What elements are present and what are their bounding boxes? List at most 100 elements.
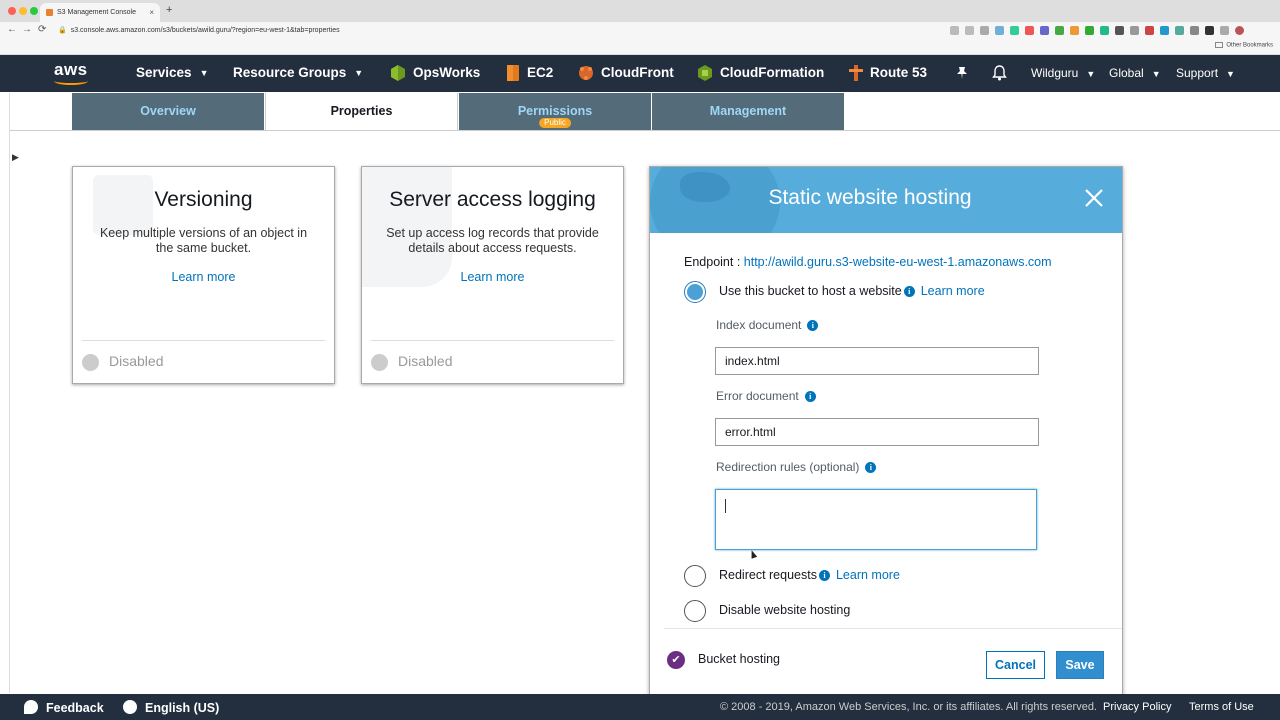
pinned-opsworks[interactable]: OpsWorks <box>413 65 480 80</box>
profile-avatar-icon[interactable] <box>1235 26 1244 35</box>
logging-learn-more-link[interactable]: Learn more <box>362 270 623 284</box>
forward-button[interactable]: → <box>22 24 32 35</box>
info-icon[interactable]: i <box>903 286 915 297</box>
left-divider <box>9 93 10 693</box>
region-menu[interactable]: Global ▼ <box>1109 66 1161 80</box>
server-access-logging-card[interactable]: Server access logging Set up access log … <box>361 166 624 384</box>
logging-description: Set up access log records that provide d… <box>386 226 599 255</box>
back-button[interactable]: ← <box>7 24 17 35</box>
tabs-underline <box>10 130 1280 131</box>
minimize-window-button[interactable] <box>19 7 27 15</box>
account-menu[interactable]: Wildguru ▼ <box>1031 66 1095 80</box>
versioning-learn-more-link[interactable]: Learn more <box>73 270 334 284</box>
error-document-text: Error document <box>716 389 799 403</box>
other-bookmarks[interactable]: Other Bookmarks <box>1215 42 1273 49</box>
index-document-input[interactable] <box>715 347 1039 375</box>
extension-icon[interactable] <box>1040 26 1049 35</box>
versioning-status: Disabled <box>82 353 163 371</box>
tab-management[interactable]: Management <box>652 93 844 130</box>
tab-permissions[interactable]: Permissions Public <box>459 93 651 130</box>
info-icon[interactable]: i <box>818 570 830 581</box>
save-button[interactable]: Save <box>1056 651 1104 679</box>
support-label: Support <box>1176 66 1219 80</box>
redirect-requests-label: Redirect requests <box>719 568 817 582</box>
versioning-card[interactable]: Versioning Keep multiple versions of an … <box>72 166 335 384</box>
versioning-status-label: Disabled <box>109 353 164 369</box>
logging-status: Disabled <box>371 353 452 371</box>
pinned-ec2[interactable]: EC2 <box>527 65 553 80</box>
resource-groups-menu[interactable]: Resource Groups ▼ <box>233 65 363 80</box>
pin-icon[interactable] <box>955 66 969 80</box>
address-bar: ← → ⟳ 🔒 s3.console.aws.amazon.com/s3/buck… <box>0 22 1280 40</box>
tab-properties[interactable]: Properties <box>265 93 458 130</box>
url-field[interactable]: 🔒 s3.console.aws.amazon.com/s3/buckets/aw… <box>58 26 340 34</box>
redirect-requests-radio[interactable] <box>684 565 706 587</box>
privacy-policy-link[interactable]: Privacy Policy <box>1103 701 1171 713</box>
extension-icon[interactable] <box>1055 26 1064 35</box>
services-menu[interactable]: Services ▼ <box>136 65 208 80</box>
tab-overview-label: Overview <box>140 104 196 118</box>
extension-icon[interactable] <box>1115 26 1124 35</box>
maximize-window-button[interactable] <box>30 7 38 15</box>
console-footer: Feedback English (US) © 2008 - 2019, Ama… <box>0 694 1280 720</box>
info-icon[interactable]: i <box>804 391 816 402</box>
chevron-down-icon: ▼ <box>1151 68 1161 79</box>
support-menu[interactable]: Support ▼ <box>1176 66 1235 80</box>
language-selector[interactable]: English (US) <box>123 700 219 715</box>
extension-icon[interactable] <box>1175 26 1184 35</box>
pinned-cloudfront[interactable]: CloudFront <box>601 65 674 80</box>
aws-logo[interactable]: aws <box>54 60 88 85</box>
tab-overview[interactable]: Overview <box>72 93 264 130</box>
pinned-route53[interactable]: Route 53 <box>870 65 927 80</box>
cloudformation-icon <box>698 65 712 81</box>
cancel-button[interactable]: Cancel <box>986 651 1045 679</box>
info-icon[interactable]: i <box>865 462 877 473</box>
extension-icon[interactable] <box>1145 26 1154 35</box>
bell-icon[interactable] <box>992 65 1007 81</box>
close-icon[interactable] <box>1083 187 1105 209</box>
redirection-rules-text: Redirection rules (optional) <box>716 460 860 474</box>
extension-icon[interactable] <box>1130 26 1139 35</box>
terms-of-use-link[interactable]: Terms of Use <box>1189 701 1254 713</box>
disabled-status-icon <box>371 353 388 371</box>
text-cursor <box>725 499 726 513</box>
extension-icon[interactable] <box>1025 26 1034 35</box>
star-icon[interactable] <box>965 26 974 35</box>
opsworks-icon <box>391 65 405 81</box>
browser-tab[interactable]: S3 Management Console × <box>40 3 160 22</box>
tab-close-icon[interactable]: × <box>149 3 154 22</box>
zoom-icon[interactable] <box>950 26 959 35</box>
endpoint-link[interactable]: http://awild.guru.s3-website-eu-west-1.a… <box>744 255 1052 269</box>
extension-icon[interactable] <box>980 26 989 35</box>
extension-icon[interactable] <box>1190 26 1199 35</box>
extension-icon[interactable] <box>1085 26 1094 35</box>
extension-icon[interactable] <box>1070 26 1079 35</box>
host-learn-more-link[interactable]: Learn more <box>921 284 985 298</box>
expand-sidebar-icon[interactable]: ▶ <box>12 152 19 163</box>
reload-button[interactable]: ⟳ <box>38 24 46 35</box>
host-website-radio[interactable] <box>684 281 706 303</box>
opsworks-label: OpsWorks <box>413 65 481 80</box>
aws-smile-icon <box>54 77 88 85</box>
info-icon[interactable]: i <box>807 320 819 331</box>
close-window-button[interactable] <box>8 7 16 15</box>
aws-favicon-icon <box>46 9 53 16</box>
extension-icon[interactable] <box>1220 26 1229 35</box>
pinned-cloudformation[interactable]: CloudFormation <box>720 65 824 80</box>
extension-icon[interactable] <box>1205 26 1214 35</box>
redirect-requests-option: Redirect requests i Learn more <box>719 568 900 582</box>
extension-icon[interactable] <box>1100 26 1109 35</box>
new-tab-button[interactable]: + <box>166 4 172 16</box>
disable-hosting-radio[interactable] <box>684 600 706 622</box>
redirect-learn-more-link[interactable]: Learn more <box>836 568 900 582</box>
aws-top-nav: aws Services ▼ Resource Groups ▼ OpsWorks … <box>0 55 1280 92</box>
lock-icon: 🔒 <box>58 27 67 34</box>
feedback-button[interactable]: Feedback <box>24 700 104 715</box>
logging-status-label: Disabled <box>398 353 453 369</box>
extension-icon[interactable] <box>995 26 1004 35</box>
redirection-rules-textarea[interactable] <box>715 489 1037 550</box>
error-document-input[interactable] <box>715 418 1039 446</box>
extension-icon[interactable] <box>1010 26 1019 35</box>
extension-icon[interactable] <box>1160 26 1169 35</box>
region-label: Global <box>1109 66 1144 80</box>
